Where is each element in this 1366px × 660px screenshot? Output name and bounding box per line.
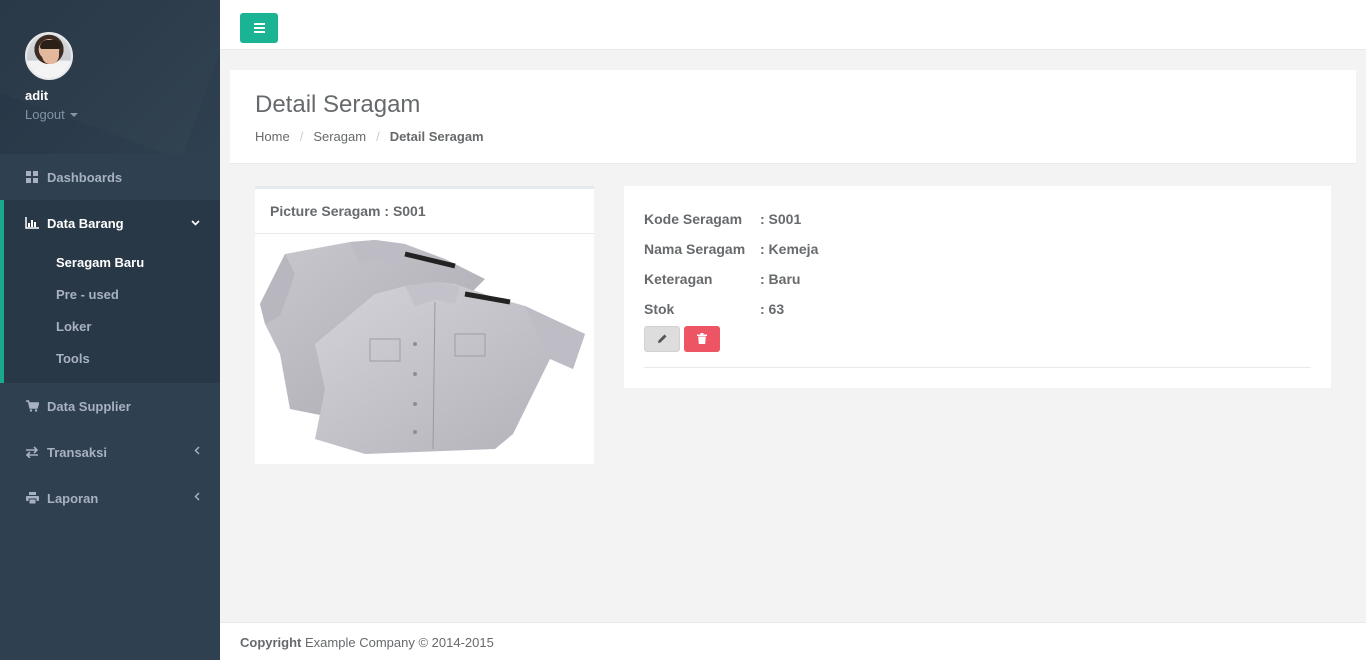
sidebar-item-label: Laporan	[47, 490, 99, 506]
picture-panel-title: Picture Seragam : S001	[255, 189, 594, 234]
sidebar-item-data-barang[interactable]: Data Barang	[0, 200, 220, 246]
chevron-down-icon	[191, 217, 200, 229]
sidebar-item-data-supplier[interactable]: Data Supplier	[0, 383, 220, 429]
breadcrumb: Home / Seragam / Detail Seragam	[255, 129, 1331, 144]
bar-chart-icon	[25, 216, 39, 230]
sidebar: adit Logout Dashboards Data Barang Serag…	[0, 0, 220, 660]
detail-value: : 63	[760, 301, 785, 317]
delete-button[interactable]	[684, 326, 720, 352]
detail-value: : Kemeja	[760, 241, 819, 257]
sidebar-subitem-pre-used[interactable]: Pre - used	[4, 278, 220, 310]
caret-down-icon	[69, 112, 78, 117]
breadcrumb-home[interactable]: Home	[255, 129, 290, 144]
footer-text: Example Company © 2014-2015	[305, 635, 494, 650]
detail-value: : S001	[760, 211, 802, 227]
th-large-icon	[25, 170, 39, 184]
sidebar-subitem-seragam-baru[interactable]: Seragam Baru	[4, 246, 220, 278]
sidebar-item-transaksi[interactable]: Transaksi	[0, 429, 220, 475]
top-navbar	[220, 0, 1366, 50]
footer: Copyright Example Company © 2014-2015	[220, 622, 1366, 660]
breadcrumb-current: Detail Seragam	[389, 129, 484, 144]
logout-dropdown[interactable]: Logout	[25, 107, 78, 122]
detail-label: Keteragan	[644, 271, 713, 287]
avatar[interactable]	[25, 32, 73, 80]
chevron-left-icon	[194, 446, 200, 458]
edit-button[interactable]	[644, 326, 680, 352]
detail-row-keterangan: Keteragan : Baru	[644, 264, 1311, 294]
sidebar-item-label: Transaksi	[47, 444, 107, 460]
detail-label: Nama Seragam	[644, 241, 746, 257]
detail-row-stok: Stok : 63	[644, 294, 1311, 324]
detail-row-kode: Kode Seragam : S001	[644, 204, 1311, 234]
divider	[644, 367, 1311, 368]
uniform-shirt-image	[255, 234, 594, 464]
trash-icon	[697, 332, 707, 347]
page-heading: Detail Seragam Home / Seragam / Detail S…	[230, 70, 1356, 164]
username: adit	[25, 88, 49, 103]
chevron-left-icon	[194, 492, 200, 504]
pencil-icon	[657, 332, 668, 347]
menu-toggle-button[interactable]	[240, 13, 278, 43]
detail-row-nama: Nama Seragam : Kemeja	[644, 234, 1311, 264]
sidebar-item-label: Dashboards	[47, 169, 123, 185]
sidebar-subitem-tools[interactable]: Tools	[4, 342, 220, 374]
logout-label: Logout	[25, 107, 65, 122]
breadcrumb-separator: /	[299, 129, 304, 144]
submenu-data-barang: Seragam Baru Pre - used Loker Tools	[0, 246, 220, 383]
profile-section: adit Logout	[0, 0, 220, 154]
page-title: Detail Seragam	[255, 91, 421, 118]
sidebar-item-laporan[interactable]: Laporan	[0, 475, 220, 521]
sidebar-item-label: Data Supplier	[47, 398, 131, 414]
breadcrumb-seragam[interactable]: Seragam	[313, 129, 366, 144]
picture-panel: Picture Seragam : S001	[255, 186, 594, 464]
detail-actions	[644, 326, 1311, 352]
detail-label: Stok	[644, 301, 675, 317]
detail-value: : Baru	[760, 271, 801, 287]
exchange-icon	[25, 445, 39, 459]
detail-panel: Kode Seragam : S001 Nama Seragam : Kemej…	[624, 186, 1331, 388]
print-icon	[25, 491, 39, 505]
sidebar-item-label: Data Barang	[47, 215, 124, 231]
breadcrumb-separator: /	[376, 129, 380, 144]
footer-copyright-label: Copyright	[240, 635, 302, 650]
hamburger-icon	[253, 23, 265, 25]
sidebar-item-dashboards[interactable]: Dashboards	[0, 154, 220, 200]
shopping-cart-icon	[25, 399, 39, 413]
sidebar-subitem-loker[interactable]: Loker	[4, 310, 220, 342]
detail-label: Kode Seragam	[644, 211, 743, 227]
